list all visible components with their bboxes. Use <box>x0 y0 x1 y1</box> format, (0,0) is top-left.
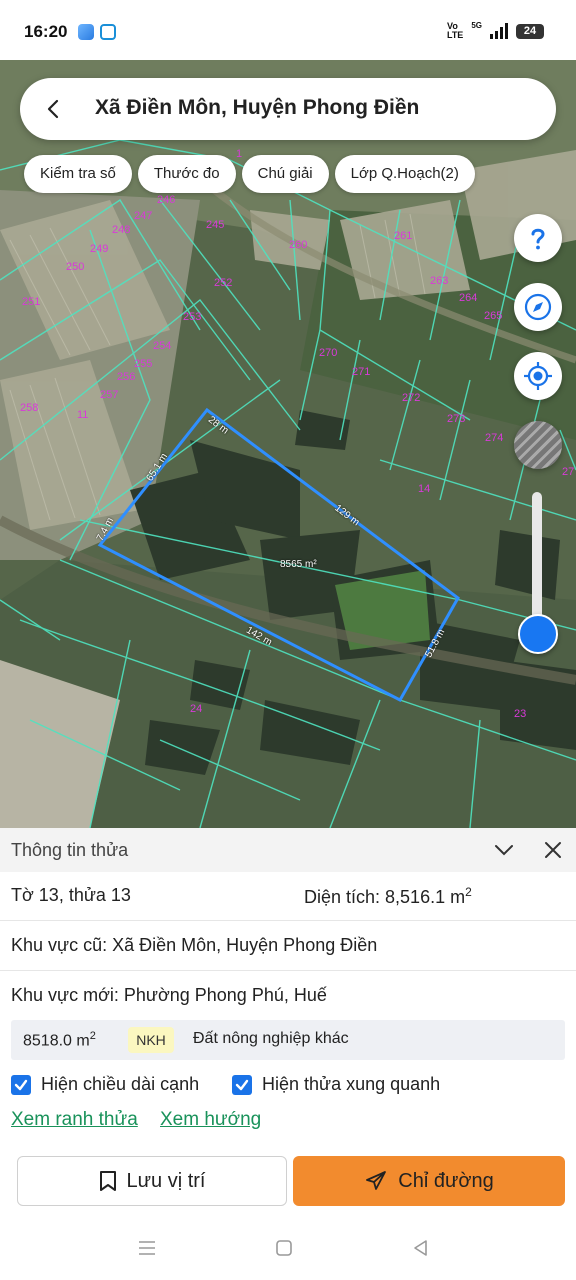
checkbox-checked-icon[interactable] <box>232 1074 252 1095</box>
divider <box>0 920 576 921</box>
chip-legend[interactable]: Chú giải <box>241 155 329 193</box>
panel-title: Thông tin thửa <box>11 840 129 860</box>
chip-planning-layer[interactable]: Lớp Q.Hoạch(2) <box>334 155 475 193</box>
help-button[interactable] <box>514 214 562 262</box>
map-tool-chips: Kiểm tra số Thước đo Chú giải Lớp Q.Hoạc… <box>24 155 475 193</box>
land-use-area-sup: 2 <box>89 1030 96 1042</box>
parcel-area-label: 8565 m² <box>280 559 317 570</box>
home-button[interactable] <box>272 1236 296 1260</box>
location-title: Xã Điền Môn, Huyện Phong Điền <box>95 96 420 119</box>
close-button[interactable] <box>541 838 565 862</box>
chevron-left-icon <box>47 99 59 119</box>
neighbors-label: Hiện thửa xung quanh <box>262 1074 441 1094</box>
edge-length-label: Hiện chiều dài cạnh <box>41 1074 200 1094</box>
new-area: Khu vực mới: Phường Phong Phú, Huế <box>11 985 327 1005</box>
volte-icon: Vo LTE <box>446 21 464 40</box>
search-bar[interactable]: Xã Điền Môn, Huyện Phong Điền <box>20 78 556 140</box>
chip-measure[interactable]: Thước đo <box>137 155 236 193</box>
status-indicators: Vo LTE 5G 24 <box>446 20 544 40</box>
edge-length-left: 7.4 m <box>94 515 117 544</box>
land-use-area: 8518.0 m2 <box>23 1030 96 1050</box>
question-mark-icon <box>531 228 545 250</box>
edge-length-right: 51.8 m <box>423 627 448 660</box>
neighbors-toggle[interactable]: Hiện thửa xung quanh <box>232 1074 440 1095</box>
sheet-parcel-number: Tờ 13, thửa 13 <box>11 885 131 905</box>
my-location-button[interactable] <box>514 352 562 400</box>
save-location-label: Lưu vị trí <box>126 1169 206 1192</box>
back-button[interactable] <box>34 89 74 129</box>
square-icon <box>276 1240 292 1256</box>
weather-icon <box>78 24 94 40</box>
status-time: 16:20 <box>24 22 68 41</box>
menu-lines-icon <box>139 1241 155 1255</box>
edge-length-bottom: 142 m <box>244 624 274 649</box>
edge-length-upper-right: 129 m <box>332 502 362 529</box>
edge-length-upper-left: 65.1 m <box>144 451 171 484</box>
status-bar: 16:20 Vo LTE 5G 24 <box>0 0 576 60</box>
land-use-area-text: 8518.0 m <box>23 1032 90 1050</box>
land-use-row: 8518.0 m2 NKH Đất nông nghiệp khác <box>11 1020 565 1060</box>
status-app-icons <box>78 24 116 40</box>
map-layer-button[interactable] <box>514 421 562 469</box>
parcel-info-header: Thông tin thửa <box>0 828 576 872</box>
triangle-back-icon <box>414 1240 427 1256</box>
bookmark-icon <box>99 1171 116 1191</box>
checkbox-checked-icon[interactable] <box>11 1074 31 1095</box>
system-nav-bar <box>0 1216 576 1280</box>
old-area: Khu vực cũ: Xã Điền Môn, Huyện Phong Điề… <box>11 935 378 955</box>
signal-icon <box>490 23 508 39</box>
recent-apps-button[interactable] <box>135 1236 159 1260</box>
area-unit-sup: 2 <box>465 885 472 899</box>
send-icon <box>366 1171 387 1190</box>
edge-length-top: 28 m <box>205 414 231 437</box>
zoom-slider-track[interactable] <box>532 492 542 632</box>
chevron-down-icon <box>495 845 513 856</box>
directions-button[interactable]: Chỉ đường <box>293 1156 565 1206</box>
zoom-slider-thumb[interactable] <box>518 614 558 654</box>
land-use-description: Đất nông nghiệp khác <box>193 1030 349 1047</box>
edge-length-toggle[interactable]: Hiện chiều dài cạnh <box>11 1074 199 1095</box>
collapse-button[interactable] <box>492 838 516 862</box>
network-type: 5G <box>471 20 482 30</box>
locate-icon <box>524 362 552 390</box>
compass-icon <box>524 293 552 321</box>
chip-check-number[interactable]: Kiểm tra số <box>24 155 132 193</box>
land-use-code-badge: NKH <box>128 1027 174 1053</box>
divider <box>0 970 576 971</box>
directions-label: Chỉ đường <box>398 1169 494 1192</box>
battery-icon: 24 <box>516 23 544 39</box>
parcel-area-text: Diện tích: 8,516.1 m <box>304 887 466 907</box>
compass-button[interactable] <box>514 283 562 331</box>
parcel-area: Diện tích: 8,516.1 m2 <box>304 885 472 908</box>
shop-icon <box>100 24 116 40</box>
view-boundary-link[interactable]: Xem ranh thửa <box>11 1109 138 1131</box>
view-direction-link[interactable]: Xem hướng <box>160 1109 261 1131</box>
back-nav-button[interactable] <box>408 1236 432 1260</box>
close-icon <box>545 842 561 858</box>
save-location-button[interactable]: Lưu vị trí <box>17 1156 287 1206</box>
